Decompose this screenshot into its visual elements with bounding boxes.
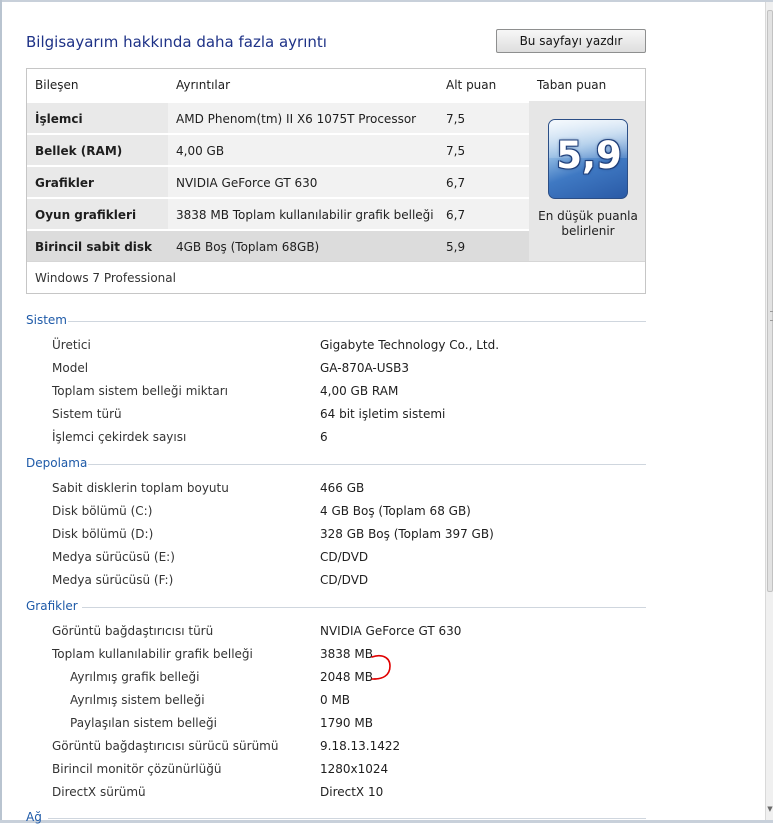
component-subscore: 5,9 bbox=[438, 229, 529, 261]
section-divider bbox=[88, 464, 646, 465]
section-divider bbox=[68, 321, 646, 322]
property-label: Görüntü bağdaştırıcısı sürücü sürümü bbox=[52, 739, 279, 753]
property-label: DirectX sürümü bbox=[52, 785, 146, 799]
section-divider bbox=[82, 607, 646, 608]
section-divider bbox=[48, 818, 646, 819]
property-label: Model bbox=[52, 361, 89, 375]
property-label: Paylaşılan sistem belleği bbox=[70, 716, 217, 730]
section-title-storage: Depolama bbox=[26, 456, 88, 470]
property-label: Sabit disklerin toplam boyutu bbox=[52, 481, 229, 495]
property-label: İşlemci çekirdek sayısı bbox=[52, 430, 187, 444]
section-title-system: Sistem bbox=[26, 313, 67, 327]
component-details: 4,00 GB bbox=[168, 133, 438, 165]
component-details: 3838 MB Toplam kullanılabilir grafik bel… bbox=[168, 197, 438, 229]
property-label: Medya sürücüsü (E:) bbox=[52, 550, 175, 564]
property-label: Disk bölümü (C:) bbox=[52, 504, 153, 518]
scrollbar-thumb[interactable] bbox=[767, 10, 773, 592]
property-label: Üretici bbox=[52, 338, 91, 352]
vertical-scrollbar[interactable]: ▼ bbox=[765, 2, 773, 820]
property-value: 2048 MB bbox=[320, 670, 373, 684]
windows-edition: Windows 7 Professional bbox=[27, 261, 645, 293]
property-value: CD/DVD bbox=[320, 550, 369, 564]
base-score-value: 5,9 bbox=[556, 134, 622, 177]
base-score-caption: En düşük puanla belirlenir bbox=[538, 209, 638, 238]
property-value: NVIDIA GeForce GT 630 bbox=[320, 624, 462, 638]
property-label: Ayrılmış sistem belleği bbox=[70, 693, 205, 707]
base-score-panel: 5,9 En düşük puanla belirlenir bbox=[529, 101, 645, 261]
section-title-graphics: Grafikler bbox=[26, 599, 78, 613]
base-score-badge-icon: 5,9 bbox=[548, 119, 628, 199]
header-base-score: Taban puan bbox=[537, 78, 607, 92]
property-value: 4 GB Boş (Toplam 68 GB) bbox=[320, 504, 471, 518]
property-value: 0 MB bbox=[320, 693, 351, 707]
component-details: NVIDIA GeForce GT 630 bbox=[168, 165, 438, 197]
score-table: Bileşen Ayrıntılar Alt puan Taban puan İ… bbox=[26, 68, 646, 294]
property-value: Gigabyte Technology Co., Ltd. bbox=[320, 338, 500, 352]
property-label: Disk bölümü (D:) bbox=[52, 527, 154, 541]
property-label: Medya sürücüsü (F:) bbox=[52, 573, 174, 587]
component-subscore: 7,5 bbox=[438, 101, 529, 133]
print-page-button[interactable]: Bu sayfayı yazdır bbox=[496, 29, 646, 53]
property-label: Toplam sistem belleği miktarı bbox=[52, 384, 228, 398]
page-title: Bilgisayarım hakkında daha fazla ayrıntı bbox=[26, 33, 327, 51]
component-subscore: 6,7 bbox=[438, 165, 529, 197]
window-top-border bbox=[0, 0, 773, 2]
window-left-border bbox=[0, 0, 2, 823]
property-value: 9.18.13.1422 bbox=[320, 739, 401, 753]
section-title-network: Ağ bbox=[26, 810, 42, 824]
property-value: CD/DVD bbox=[320, 573, 369, 587]
red-bracket-annotation-icon bbox=[371, 654, 391, 680]
component-name: Bellek (RAM) bbox=[27, 133, 168, 165]
property-value: 64 bit işletim sistemi bbox=[320, 407, 446, 421]
component-subscore: 6,7 bbox=[438, 197, 529, 229]
property-value: 3838 MB bbox=[320, 647, 373, 661]
property-value: 4,00 GB RAM bbox=[320, 384, 399, 398]
component-name: İşlemci bbox=[27, 101, 168, 133]
property-value: 1790 MB bbox=[320, 716, 373, 730]
property-value: GA-870A-USB3 bbox=[320, 361, 410, 375]
property-value: 6 bbox=[320, 430, 328, 444]
property-value: 1280x1024 bbox=[320, 762, 389, 776]
component-details: 4GB Boş (Toplam 68GB) bbox=[168, 229, 438, 261]
property-label: Sistem türü bbox=[52, 407, 122, 421]
property-label: Ayrılmış grafik belleği bbox=[70, 670, 200, 684]
property-value: 328 GB Boş (Toplam 397 GB) bbox=[320, 527, 494, 541]
header-details: Ayrıntılar bbox=[176, 78, 231, 92]
property-value: DirectX 10 bbox=[320, 785, 384, 799]
component-details: AMD Phenom(tm) II X6 1075T Processor bbox=[168, 101, 438, 133]
header-subscore: Alt puan bbox=[446, 78, 497, 92]
property-value: 466 GB bbox=[320, 481, 365, 495]
component-subscore: 7,5 bbox=[438, 133, 529, 165]
property-label: Toplam kullanılabilir grafik belleği bbox=[52, 647, 253, 661]
component-name: Grafikler bbox=[27, 165, 168, 197]
score-table-header: Bileşen Ayrıntılar Alt puan Taban puan bbox=[27, 69, 645, 101]
component-name: Oyun grafikleri bbox=[27, 197, 168, 229]
property-label: Birincil monitör çözünürlüğü bbox=[52, 762, 222, 776]
component-name: Birincil sabit disk bbox=[27, 229, 168, 261]
property-label: Görüntü bağdaştırıcısı türü bbox=[52, 624, 214, 638]
header-component: Bileşen bbox=[35, 78, 79, 92]
scroll-down-arrow-icon[interactable]: ▼ bbox=[767, 805, 773, 813]
